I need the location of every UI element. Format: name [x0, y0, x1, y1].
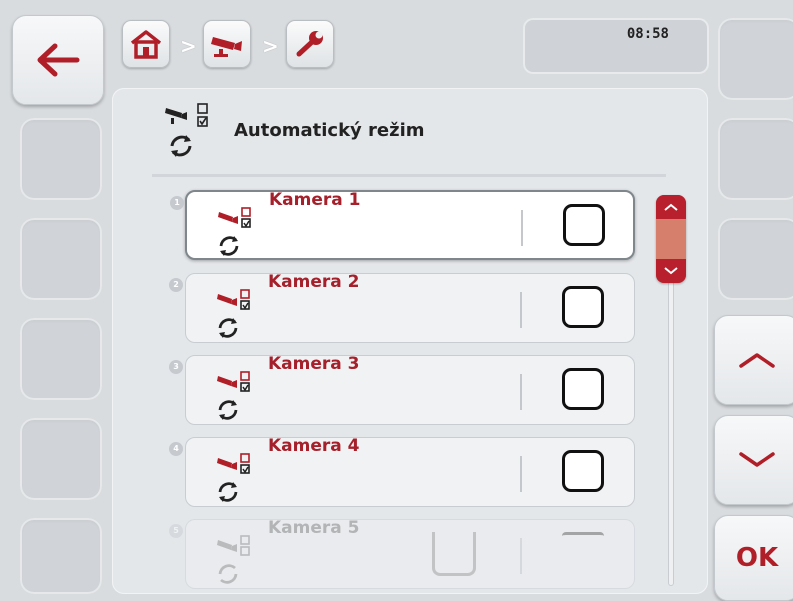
item-number: 2	[169, 278, 183, 292]
ok-button[interactable]: OK	[714, 515, 793, 601]
back-button[interactable]	[12, 15, 104, 105]
camera-auto-mode-icon	[218, 207, 251, 256]
chevron-up-icon	[664, 203, 678, 211]
item-label: Kamera 3	[268, 354, 360, 374]
breadcrumb-separator: >	[262, 34, 279, 58]
page-header: Automatický režim	[160, 100, 660, 170]
chevron-up-icon	[739, 353, 775, 368]
breadcrumb-separator: >	[180, 34, 197, 58]
right-softkey-3[interactable]	[718, 218, 793, 300]
camera-auto-mode-icon	[217, 535, 250, 584]
camera-auto-mode-icon	[165, 103, 208, 157]
scroll-thumb-top	[656, 195, 686, 219]
home-icon	[130, 30, 162, 59]
item-number: 5	[169, 524, 183, 538]
list-item[interactable]: 3 Kamera 3	[169, 354, 635, 425]
checkbox[interactable]	[562, 368, 604, 410]
right-softkey-1[interactable]	[718, 18, 793, 100]
scroll-up-button[interactable]	[714, 315, 793, 405]
checkbox-partial[interactable]	[562, 532, 604, 536]
item-divider	[520, 538, 522, 574]
item-number: 4	[169, 442, 183, 456]
arrow-left-icon	[37, 43, 80, 77]
right-softkey-2[interactable]	[718, 118, 793, 200]
list-item[interactable]: 4 Kamera 4	[169, 436, 635, 507]
breadcrumb-settings[interactable]	[286, 20, 334, 68]
left-softkey-2[interactable]	[20, 118, 102, 200]
checkbox[interactable]	[563, 204, 605, 246]
chevron-down-icon	[739, 452, 775, 467]
camera-icon	[211, 37, 242, 57]
breadcrumb-camera[interactable]	[203, 20, 251, 68]
checkbox[interactable]	[562, 286, 604, 328]
scrollbar-thumb[interactable]	[656, 195, 686, 283]
scroll-thumb-bottom	[656, 259, 686, 283]
item-label: Kamera 5	[268, 518, 360, 538]
page-title: Automatický režim	[234, 120, 425, 141]
camera-auto-mode-icon	[217, 289, 250, 338]
item-divider	[521, 210, 523, 246]
list-item[interactable]: 1 Kamera 1	[170, 190, 635, 260]
item-label: Kamera 1	[269, 190, 361, 210]
left-softkey-4[interactable]	[20, 318, 102, 400]
left-softkey-3[interactable]	[20, 218, 102, 300]
camera-auto-mode-icon	[217, 371, 250, 420]
item-placeholder-shape	[432, 532, 476, 576]
checkbox[interactable]	[562, 450, 604, 492]
camera-auto-mode-icon	[217, 453, 250, 502]
list-item[interactable]: 2 Kamera 2	[169, 272, 635, 343]
header-divider	[152, 174, 666, 177]
ok-label: OK	[735, 543, 779, 573]
breadcrumb-home[interactable]	[122, 20, 170, 68]
item-divider	[520, 292, 522, 328]
left-softkey-6[interactable]	[20, 518, 102, 594]
item-divider	[520, 374, 522, 410]
item-label: Kamera 4	[268, 436, 360, 456]
scroll-down-button[interactable]	[714, 415, 793, 505]
list-item[interactable]: 5 Kamera 5	[169, 518, 635, 589]
chevron-down-icon	[664, 267, 678, 275]
item-number: 1	[170, 196, 184, 210]
clock-display: 08:58	[523, 18, 709, 74]
item-divider	[520, 456, 522, 492]
left-softkey-5[interactable]	[20, 418, 102, 500]
time-text: 08:58	[626, 26, 669, 42]
wrench-icon	[296, 31, 323, 57]
item-number: 3	[169, 360, 183, 374]
item-label: Kamera 2	[268, 272, 360, 292]
